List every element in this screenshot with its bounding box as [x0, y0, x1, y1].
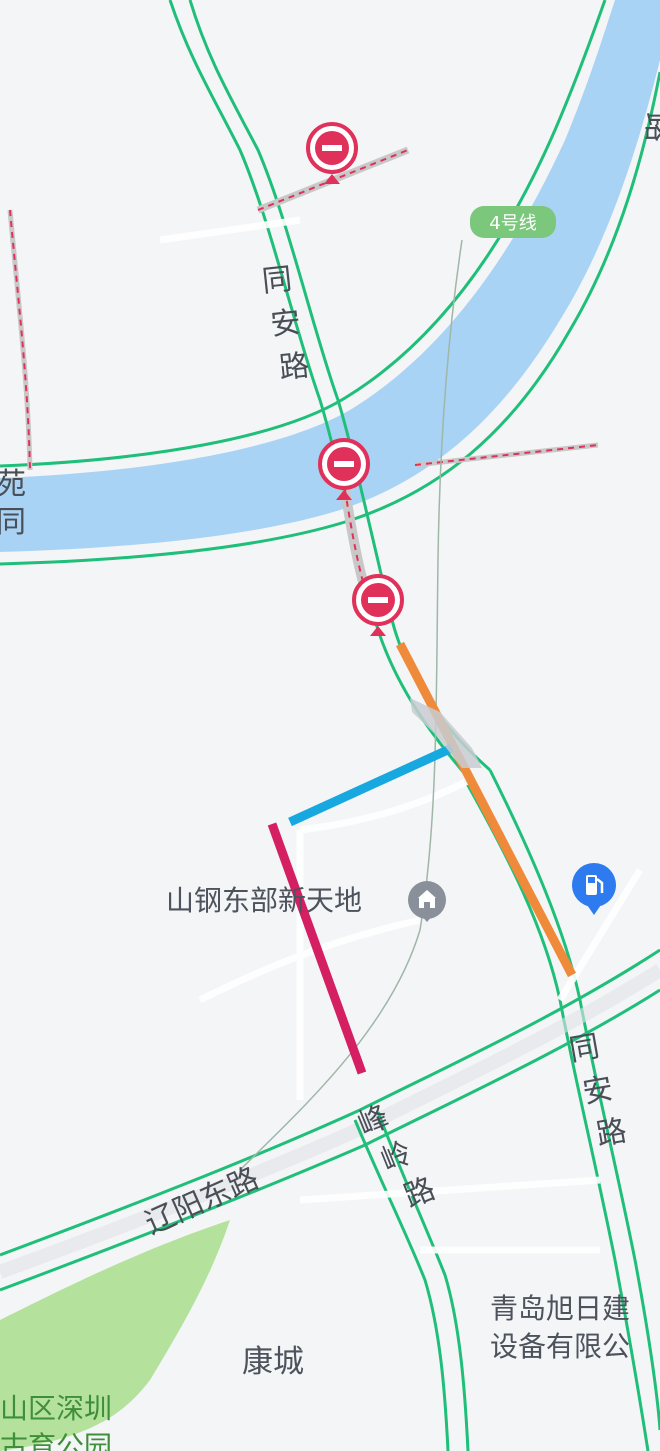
svg-text:安: 安 [269, 305, 302, 343]
map-canvas: 4号线 山钢东部新天地 同 安 路 同 安 路 辽阳东路 峰 岭 路 苑 同 青… [0, 0, 660, 1451]
road-label-tongan-south: 同 安 路 [567, 1029, 630, 1153]
svg-text:苑: 苑 [0, 467, 26, 502]
landmark-label: 山钢东部新天地 [166, 884, 362, 917]
svg-text:安: 安 [580, 1071, 616, 1111]
company-poi-label[interactable]: 青岛旭日建 设备有限公 [490, 1292, 630, 1363]
map-view[interactable]: 4号线 山钢东部新天地 同 安 路 同 安 路 辽阳东路 峰 岭 路 苑 同 青… [0, 0, 660, 1451]
metro-line-badge[interactable]: 4号线 [470, 206, 556, 238]
svg-text:同: 同 [0, 505, 26, 540]
svg-text:山区深圳: 山区深圳 [0, 1392, 112, 1425]
area-label: 康城 [242, 1344, 304, 1380]
svg-text:青岛旭日建: 青岛旭日建 [490, 1292, 630, 1325]
road-label-liaoyang: 辽阳东路 [140, 1161, 264, 1242]
liaoyang-road-centerline [0, 964, 660, 1279]
svg-text:岭: 岭 [376, 1135, 417, 1179]
svg-text:古育公园: 古育公园 [0, 1430, 112, 1451]
road-label-tongan-north: 同 安 路 [260, 262, 311, 387]
road-label-edge-top-right: 路 [640, 112, 660, 142]
gas-station-icon[interactable] [572, 863, 616, 915]
svg-text:同: 同 [260, 262, 293, 300]
svg-text:路: 路 [594, 1113, 630, 1153]
svg-text:设备有限公: 设备有限公 [490, 1330, 630, 1363]
magenta-route-line [267, 822, 367, 1075]
landmark-poi[interactable]: 山钢东部新天地 [166, 881, 446, 922]
svg-text:同: 同 [567, 1029, 603, 1069]
svg-text:路: 路 [277, 348, 310, 386]
park-label[interactable]: 山区深圳 古育公园 [0, 1392, 112, 1451]
blue-route-line [288, 743, 454, 827]
orange-route-line [396, 641, 576, 978]
mall-icon [408, 881, 446, 922]
metro-line-label: 4号线 [489, 213, 536, 234]
